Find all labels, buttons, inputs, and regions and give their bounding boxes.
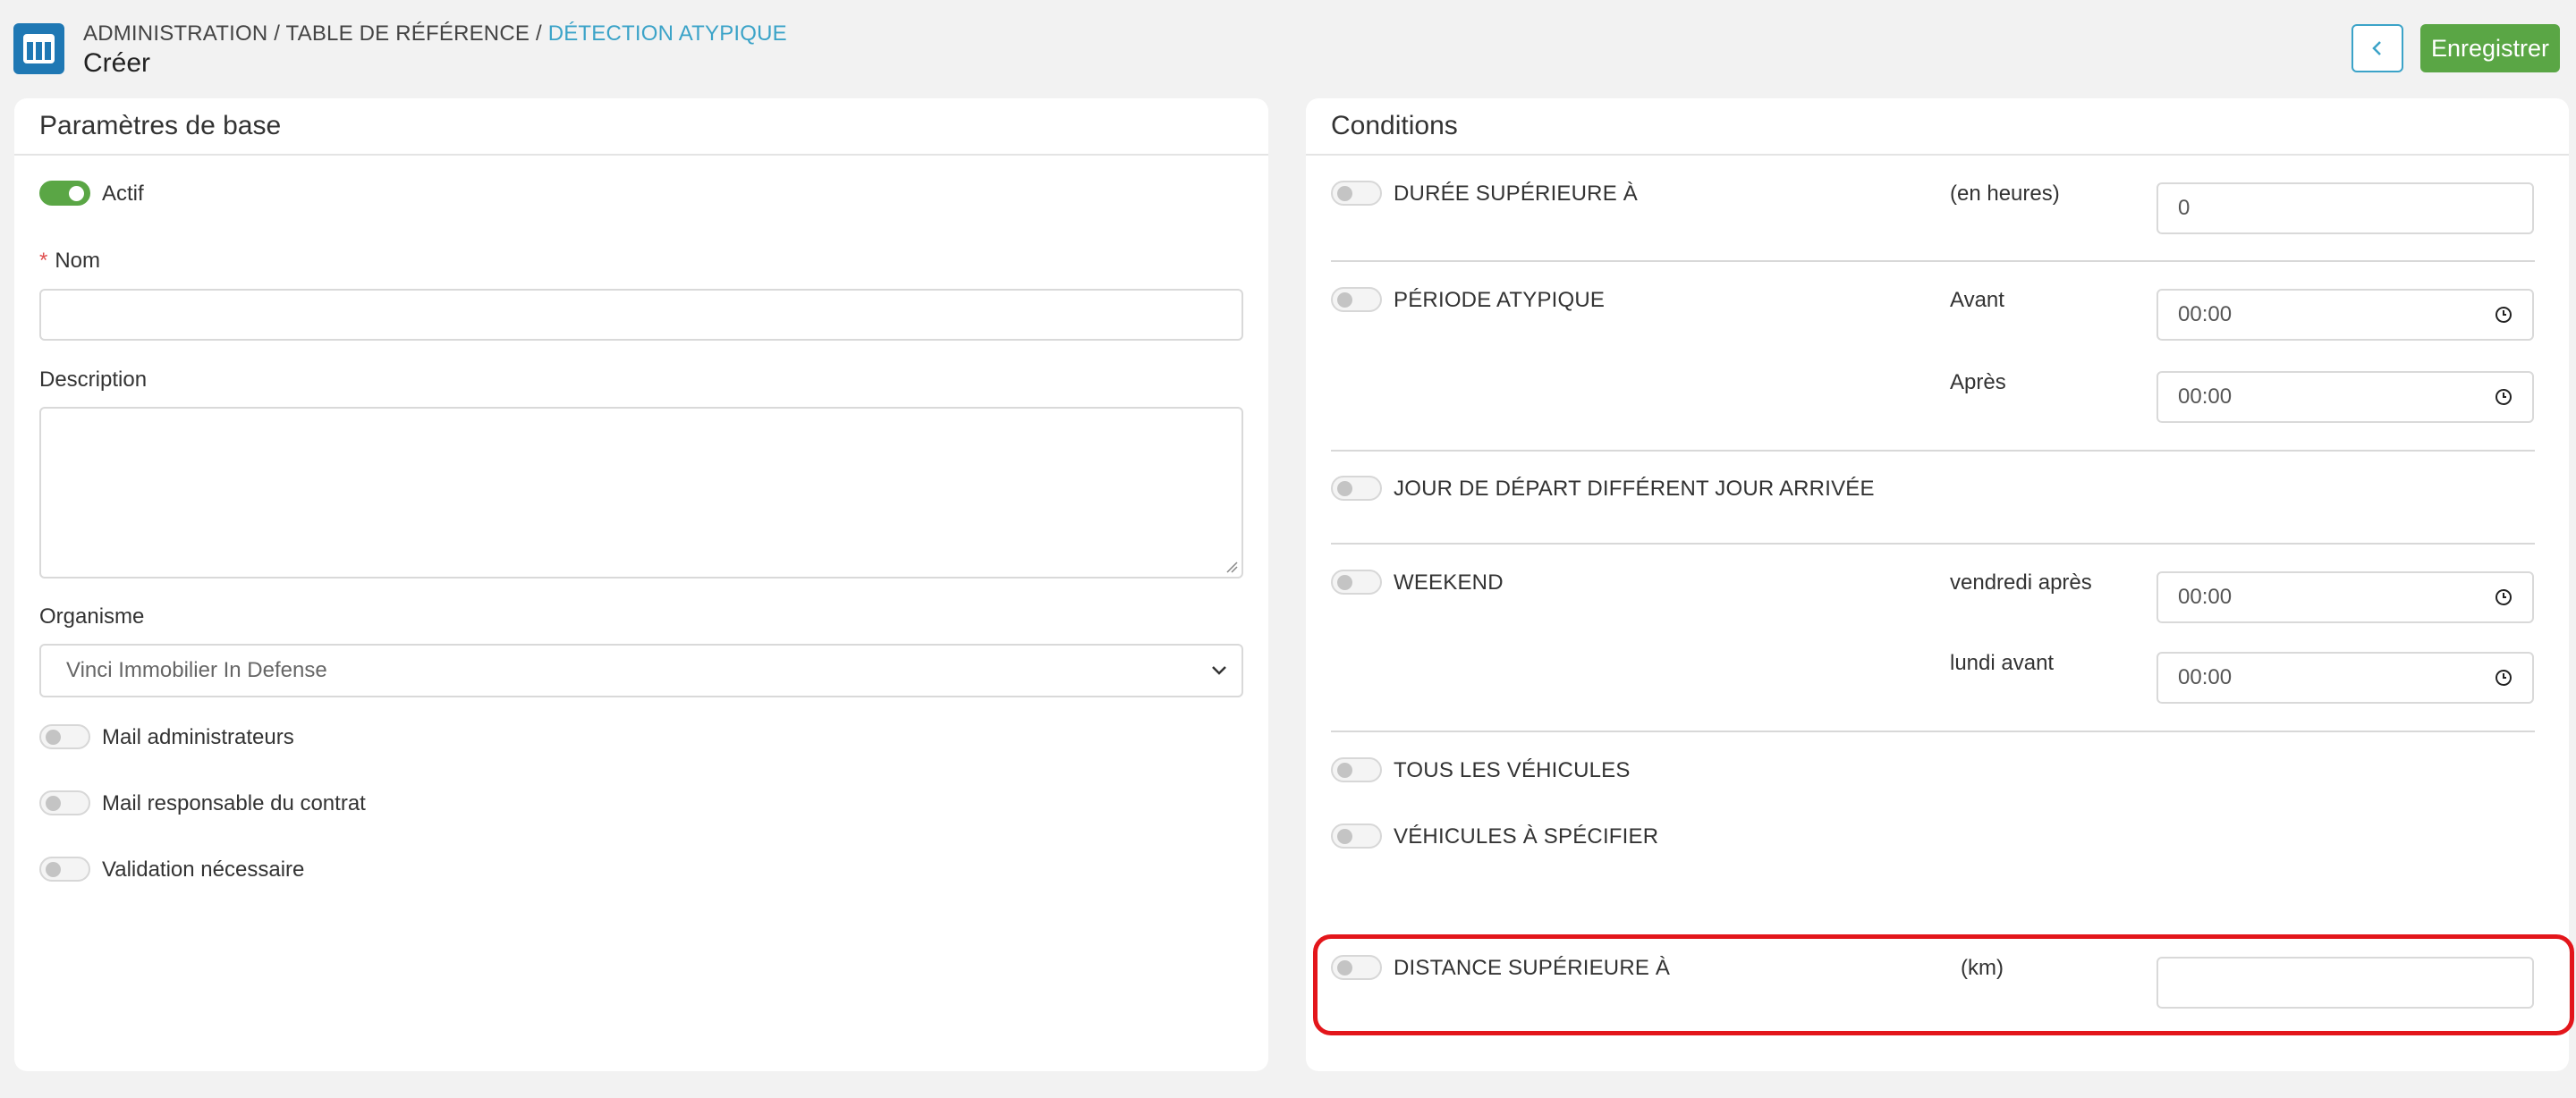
mail-admin-label: Mail administrateurs xyxy=(102,725,294,749)
periode-toggle[interactable] xyxy=(1331,287,1382,312)
resize-grip-icon[interactable] xyxy=(1225,561,1238,573)
mail-contract-toggle[interactable] xyxy=(39,790,90,815)
divider xyxy=(1331,260,2535,262)
mail-contract-label: Mail responsable du contrat xyxy=(102,791,366,815)
duree-label: DURÉE SUPÉRIEURE À xyxy=(1394,182,1638,206)
save-button[interactable]: Enregistrer xyxy=(2420,24,2560,72)
divider xyxy=(1331,450,2535,452)
description-textarea[interactable] xyxy=(39,407,1243,579)
weekend-vendredi-time-input[interactable]: 00:00 xyxy=(2157,571,2534,623)
actif-toggle[interactable] xyxy=(39,181,90,206)
panel-title-conditions: Conditions xyxy=(1331,111,1458,140)
app-logo-icon xyxy=(13,23,64,74)
chevron-down-icon xyxy=(1212,666,1226,675)
page-title: Créer xyxy=(83,48,151,78)
description-label: Description xyxy=(39,367,148,392)
nom-label: * Nom xyxy=(39,249,101,273)
periode-label: PÉRIODE ATYPIQUE xyxy=(1394,288,1606,312)
validation-toggle[interactable] xyxy=(39,857,90,882)
clock-icon[interactable] xyxy=(2495,669,2512,687)
breadcrumb-table-reference[interactable]: TABLE DE RÉFÉRENCE xyxy=(286,21,530,46)
clock-icon[interactable] xyxy=(2495,388,2512,406)
periode-apres-label: Après xyxy=(1950,370,2006,394)
organisme-label: Organisme xyxy=(39,604,145,629)
periode-apres-time-input[interactable]: 00:00 xyxy=(2157,371,2534,423)
actif-label: Actif xyxy=(102,182,144,206)
periode-avant-label: Avant xyxy=(1950,288,2004,312)
conditions-panel: Conditions DURÉE SUPÉRIEURE À (en heures… xyxy=(1306,98,2569,1071)
weekend-vendredi-label: vendredi après xyxy=(1950,570,2092,595)
distance-label: DISTANCE SUPÉRIEURE À xyxy=(1394,956,1671,980)
divider xyxy=(1331,543,2535,545)
divider xyxy=(14,154,1268,156)
weekend-lundi-time-input[interactable]: 00:00 xyxy=(2157,652,2534,704)
weekend-lundi-label: lundi avant xyxy=(1950,651,2055,675)
divider xyxy=(1331,731,2535,732)
clock-icon[interactable] xyxy=(2495,588,2512,606)
breadcrumb-administration[interactable]: ADMINISTRATION xyxy=(83,21,267,46)
vehicules-specifier-toggle[interactable] xyxy=(1331,824,1382,849)
distance-input[interactable] xyxy=(2157,957,2534,1009)
mail-admin-toggle[interactable] xyxy=(39,724,90,749)
weekend-toggle[interactable] xyxy=(1331,570,1382,595)
base-parameters-panel: Paramètres de base Actif * Nom Descriptio… xyxy=(14,98,1268,1071)
weekend-label: WEEKEND xyxy=(1394,570,1504,595)
duree-input[interactable]: 0 xyxy=(2157,182,2534,234)
jour-depart-toggle[interactable] xyxy=(1331,476,1382,501)
distance-toggle[interactable] xyxy=(1331,955,1382,980)
panel-title-base: Paramètres de base xyxy=(39,111,282,140)
distance-unit: (km) xyxy=(1961,956,2004,980)
periode-avant-time-input[interactable]: 00:00 xyxy=(2157,289,2534,341)
nom-input[interactable] xyxy=(39,289,1243,341)
chevron-left-icon xyxy=(2372,41,2381,55)
organisme-select[interactable]: Vinci Immobilier In Defense xyxy=(39,644,1243,697)
validation-label: Validation nécessaire xyxy=(102,857,305,882)
clock-icon[interactable] xyxy=(2495,306,2512,324)
tous-vehicules-label: TOUS LES VÉHICULES xyxy=(1394,758,1631,782)
duree-unit: (en heures) xyxy=(1950,182,2060,206)
back-button[interactable] xyxy=(2351,24,2403,72)
duree-toggle[interactable] xyxy=(1331,181,1382,206)
jour-depart-label: JOUR DE DÉPART DIFFÉRENT JOUR ARRIVÉE xyxy=(1394,477,1875,501)
breadcrumb: ADMINISTRATION / TABLE DE RÉFÉRENCE / DÉ… xyxy=(83,21,787,46)
breadcrumb-current: DÉTECTION ATYPIQUE xyxy=(547,21,787,46)
vehicules-specifier-label: VÉHICULES À SPÉCIFIER xyxy=(1394,824,1659,849)
divider xyxy=(1306,154,2569,156)
tous-vehicules-toggle[interactable] xyxy=(1331,757,1382,782)
